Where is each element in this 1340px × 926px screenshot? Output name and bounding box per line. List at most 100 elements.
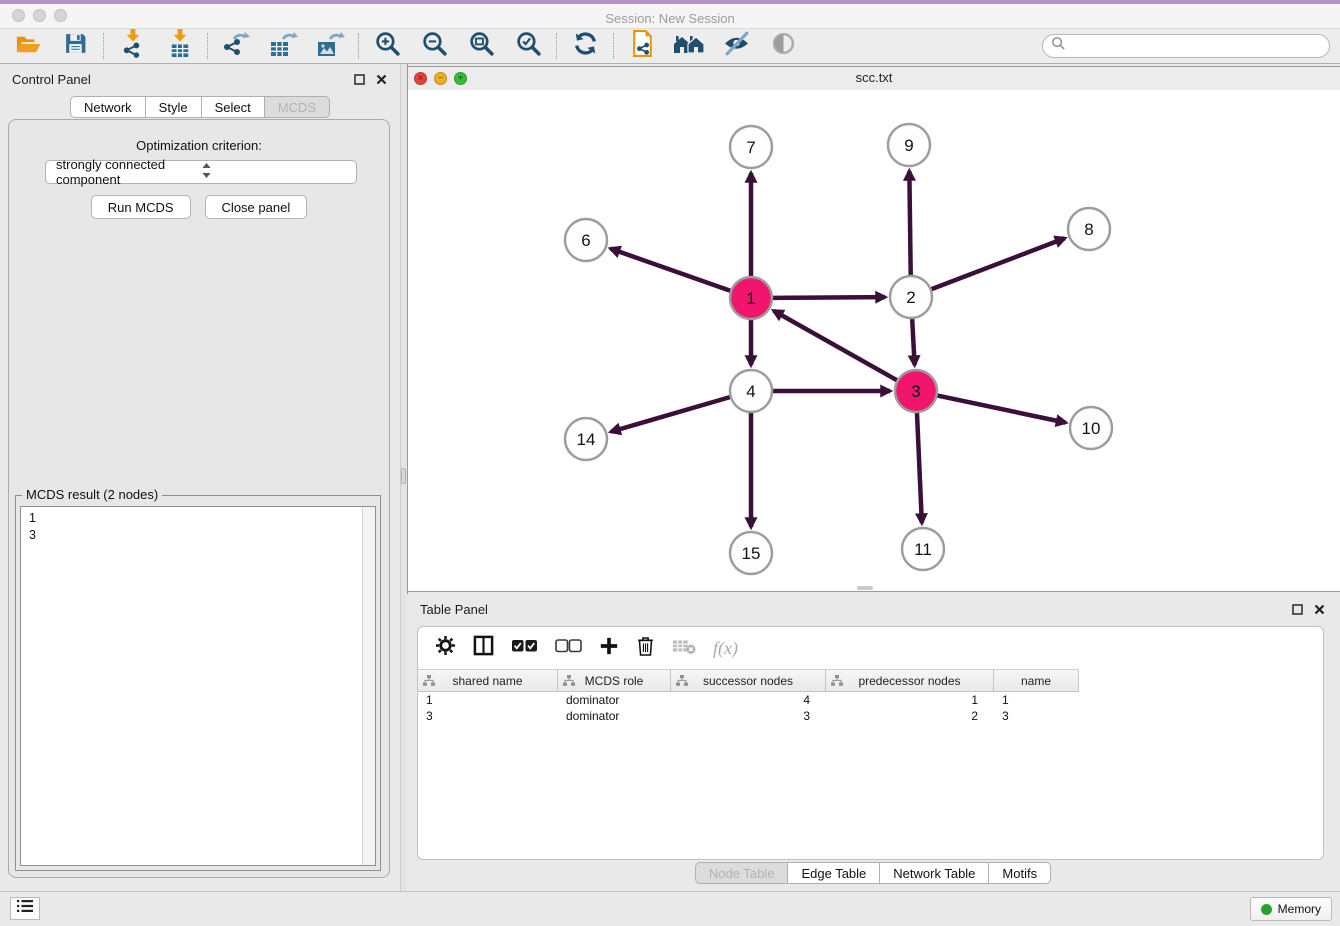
eye-slash-icon (723, 30, 750, 62)
select-all-button[interactable] (511, 639, 538, 658)
column-header-name[interactable]: name (994, 670, 1079, 691)
run-mcds-button[interactable]: Run MCDS (91, 195, 191, 219)
tab-edge-table[interactable]: Edge Table (788, 862, 880, 884)
close-panel-button[interactable]: Close panel (205, 195, 308, 219)
zoom-in-button[interactable] (370, 31, 404, 61)
result-scrollbar[interactable] (362, 507, 375, 865)
tab-style[interactable]: Style (146, 96, 202, 118)
graph-node-4[interactable]: 4 (730, 370, 772, 412)
float-panel-icon[interactable] (352, 72, 366, 86)
svg-text:8: 8 (1084, 220, 1093, 239)
table-cell[interactable]: 1 (418, 693, 558, 707)
apply-layout-button[interactable] (568, 31, 602, 61)
import-table-button[interactable] (162, 31, 196, 61)
graph-node-8[interactable]: 8 (1068, 208, 1110, 250)
zoom-out-icon (421, 30, 448, 62)
table-cell[interactable]: 1 (994, 693, 1079, 707)
show-columns-button[interactable] (473, 635, 494, 661)
close-table-panel-icon[interactable] (1312, 602, 1326, 616)
graph-node-15[interactable]: 15 (730, 532, 772, 574)
column-header-successor-nodes[interactable]: successor nodes (671, 670, 826, 691)
delete-column-button[interactable] (636, 634, 655, 662)
show-all-button[interactable] (766, 31, 800, 61)
edge-2-8[interactable] (932, 238, 1065, 289)
network-graph: 7 9 6 8 1 2 4 3 14 10 15 11 (408, 90, 1339, 591)
function-builder-button[interactable]: f(x) (713, 638, 738, 659)
edge-3-10[interactable] (938, 396, 1066, 423)
float-table-panel-icon[interactable] (1290, 602, 1304, 616)
export-table-button[interactable] (266, 31, 300, 61)
edge-3-11[interactable] (917, 413, 922, 523)
zoom-fit-button[interactable] (464, 31, 498, 61)
table-cell[interactable]: dominator (558, 709, 671, 723)
show-panel-list-button[interactable] (10, 897, 40, 920)
houses-icon (672, 32, 706, 61)
edge-1-6[interactable] (611, 249, 731, 291)
column-header-shared-name[interactable]: shared name (418, 670, 558, 691)
tab-motifs[interactable]: Motifs (989, 862, 1051, 884)
deselect-all-button[interactable] (555, 639, 582, 658)
network-window-titlebar[interactable]: scc.txt × − + (408, 67, 1340, 91)
table-cell[interactable]: 3 (994, 709, 1079, 723)
table-row[interactable]: 3dominator323 (418, 708, 1323, 724)
mcds-result-item: 3 (29, 527, 367, 544)
criterion-dropdown[interactable]: strongly connected component (45, 160, 357, 184)
save-session-button[interactable] (58, 31, 92, 61)
graph-node-3[interactable]: 3 (895, 370, 937, 412)
status-bar: Memory (0, 891, 1340, 926)
table-cell[interactable]: 4 (671, 693, 826, 707)
table-row[interactable]: 1dominator411 (418, 692, 1323, 708)
svg-text:3: 3 (911, 382, 920, 401)
column-header-predecessor-nodes[interactable]: predecessor nodes (826, 670, 994, 691)
graph-node-6[interactable]: 6 (565, 219, 607, 261)
canvas-scrollbar-thumb[interactable] (857, 586, 873, 590)
search-input[interactable] (1070, 35, 1329, 57)
network-canvas[interactable]: 7 9 6 8 1 2 4 3 14 10 15 11 (408, 90, 1340, 591)
column-header-mcds-role[interactable]: MCDS role (558, 670, 671, 691)
tab-select[interactable]: Select (202, 96, 265, 118)
add-column-button[interactable] (599, 636, 619, 661)
graph-node-10[interactable]: 10 (1070, 407, 1112, 449)
graph-node-7[interactable]: 7 (730, 126, 772, 168)
table-cell[interactable]: 3 (418, 709, 558, 723)
network-close-button[interactable]: × (414, 72, 427, 85)
edge-3-1[interactable] (774, 311, 897, 380)
zoom-out-button[interactable] (417, 31, 451, 61)
graph-node-11[interactable]: 11 (902, 528, 944, 570)
export-image-button[interactable] (313, 31, 347, 61)
duplicate-network-icon (630, 29, 655, 63)
open-folder-icon (14, 32, 42, 61)
mcds-result-list[interactable]: 13 (20, 506, 376, 866)
open-session-button[interactable] (11, 31, 45, 61)
network-zoom-button[interactable]: + (454, 72, 467, 85)
table-cell[interactable]: dominator (558, 693, 671, 707)
import-network-button[interactable] (115, 31, 149, 61)
graph-node-14[interactable]: 14 (565, 418, 607, 460)
edge-2-3[interactable] (912, 319, 914, 365)
search-box[interactable] (1042, 34, 1330, 58)
splitter-grip[interactable] (401, 468, 406, 484)
table-settings-button[interactable] (435, 635, 456, 661)
hide-selected-button[interactable] (719, 31, 753, 61)
zoom-selected-button[interactable] (511, 31, 545, 61)
tab-node-table[interactable]: Node Table (695, 862, 789, 884)
tab-network[interactable]: Network (70, 96, 146, 118)
edge-2-9[interactable] (909, 171, 910, 275)
memory-button[interactable]: Memory (1250, 897, 1332, 921)
table-cell[interactable]: 2 (826, 709, 994, 723)
network-minimize-button[interactable]: − (434, 72, 447, 85)
edge-4-14[interactable] (611, 397, 730, 432)
table-cell[interactable]: 3 (671, 709, 826, 723)
duplicate-network-button[interactable] (625, 31, 659, 61)
tab-network-table[interactable]: Network Table (880, 862, 989, 884)
table-cell[interactable]: 1 (826, 693, 994, 707)
close-panel-icon[interactable] (374, 72, 388, 86)
graph-node-2[interactable]: 2 (890, 276, 932, 318)
tab-mcds[interactable]: MCDS (265, 96, 330, 118)
edge-1-2[interactable] (773, 297, 885, 298)
graph-node-1[interactable]: 1 (730, 277, 772, 319)
export-network-button[interactable] (219, 31, 253, 61)
first-neighbors-button[interactable] (672, 31, 706, 61)
delete-table-button[interactable] (672, 637, 696, 660)
graph-node-9[interactable]: 9 (888, 124, 930, 166)
